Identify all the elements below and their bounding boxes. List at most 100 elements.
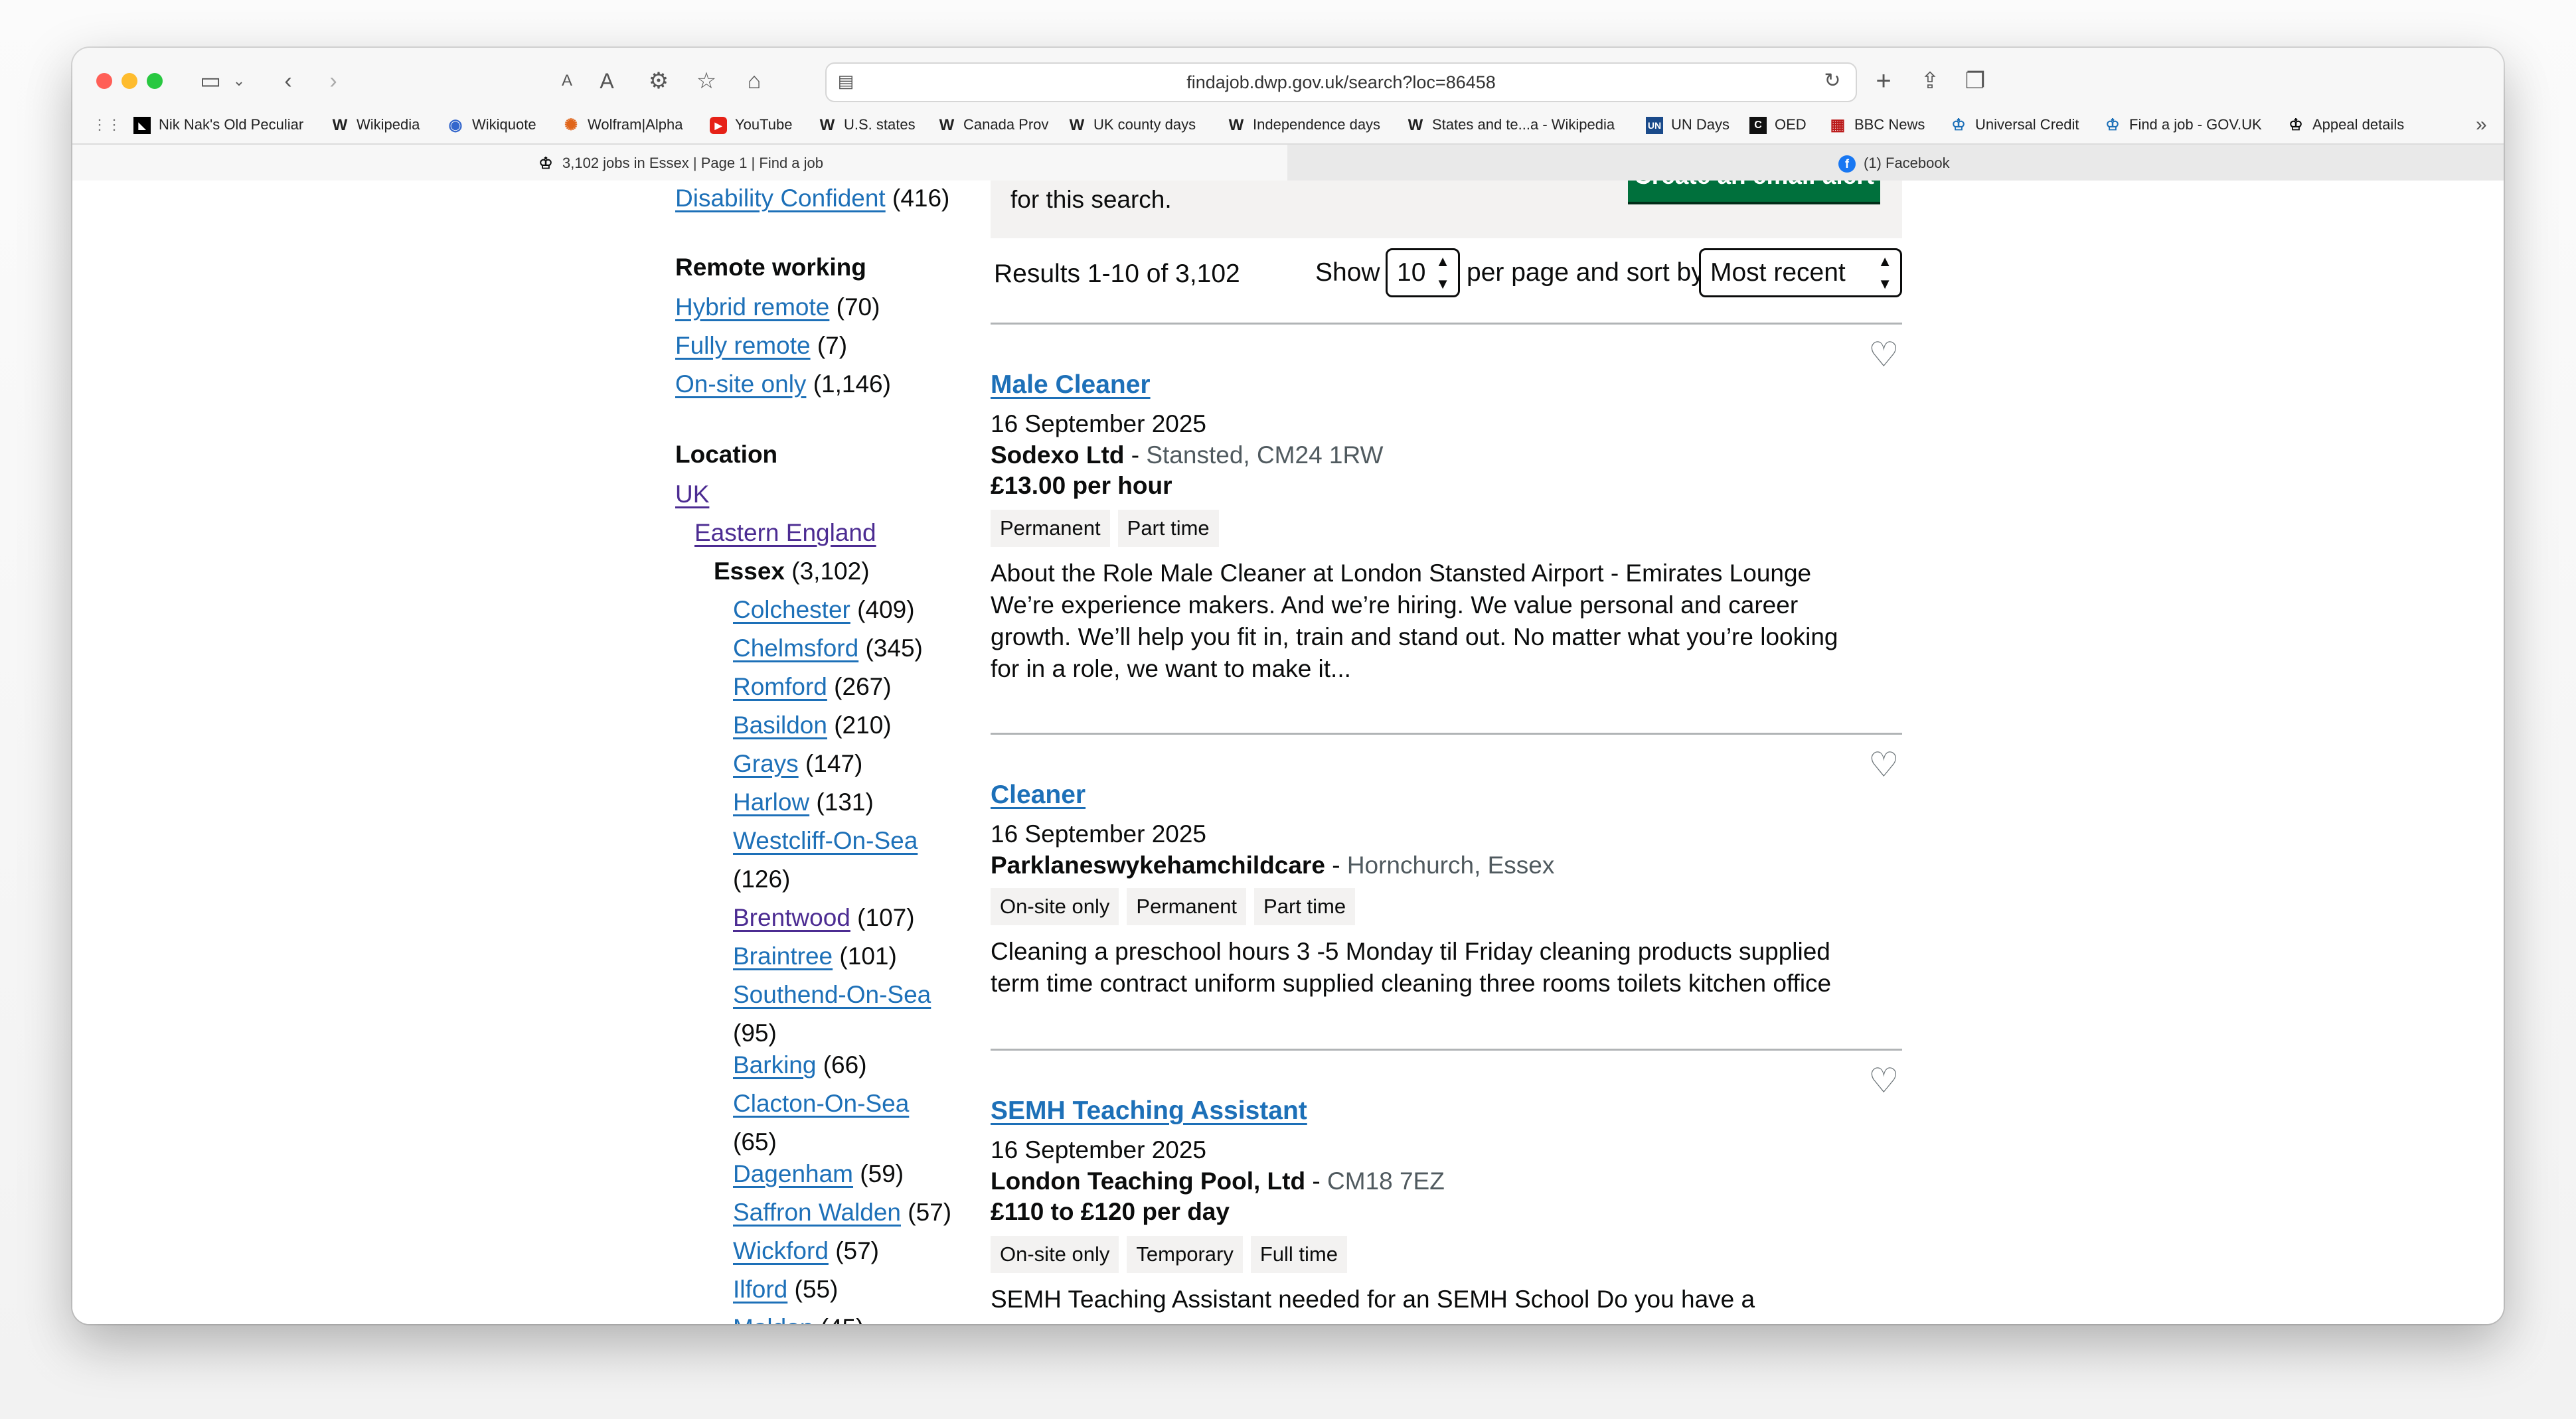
town-link[interactable]: Chelmsford <box>733 635 858 662</box>
bookmark-item[interactable]: UN UN Days <box>1646 106 1730 143</box>
job-company-line: Sodexo Ltd - Stansted, CM24 1RW <box>991 441 1384 469</box>
minimize-window-button[interactable] <box>121 73 137 89</box>
town-link[interactable]: Basildon <box>733 711 827 739</box>
town-link[interactable]: Westcliff-On-Sea <box>733 827 918 854</box>
bookmark-item[interactable]: ◣ Nik Nak's Old Peculiar <box>133 106 303 143</box>
town-item: Romford (267) <box>733 673 892 700</box>
apps-grid-icon[interactable]: ⋮⋮ <box>92 106 121 143</box>
text-smaller-icon[interactable]: A <box>550 64 584 98</box>
town-item: Clacton-On-Sea (65) <box>733 1090 910 1156</box>
job-description: SEMH Teaching Assistant needed for an SE… <box>991 1286 1755 1313</box>
town-link[interactable]: Dagenham <box>733 1160 853 1187</box>
email-alert-text: for this search. <box>1010 186 1172 213</box>
job-date: 16 September 2025 <box>991 1136 1207 1163</box>
bookmark-item[interactable]: W Independence days <box>1228 106 1380 143</box>
new-tab-icon[interactable]: + <box>1865 64 1902 98</box>
hybrid-remote-link[interactable]: Hybrid remote <box>675 293 829 321</box>
job-title: SEMH Teaching Assistant <box>991 1092 1307 1130</box>
eastern-england-link[interactable]: Eastern England <box>694 519 876 546</box>
settings-gear-icon[interactable]: ⚙ <box>642 64 675 98</box>
town-link[interactable]: Ilford <box>733 1276 787 1303</box>
results-summary: Results 1-10 of 3,102 <box>994 260 1240 288</box>
town-link[interactable]: Clacton-On-Sea <box>733 1090 909 1117</box>
town-link[interactable]: Grays <box>733 750 799 777</box>
bookmark-item[interactable]: W Wikipedia <box>331 106 420 143</box>
job-tags: Permanent Part time <box>991 510 1227 547</box>
chevron-down-icon[interactable]: ⌄ <box>229 64 249 98</box>
bookmark-item[interactable]: W UK county days <box>1068 106 1196 143</box>
address-bar[interactable]: ▤ findajob.dwp.gov.uk/search?loc=86458 ↻ <box>825 62 1857 102</box>
filter-fully-remote: Fully remote (7) <box>675 332 848 359</box>
zoom-window-button[interactable] <box>147 73 163 89</box>
job-date: 16 September 2025 <box>991 410 1207 437</box>
bookmark-item[interactable]: ✺ Wolfram|Alpha <box>562 106 683 143</box>
bookmark-item[interactable]: ♔ Find a job - GOV.UK <box>2104 106 2261 143</box>
town-item: Colchester (409) <box>733 596 915 623</box>
gov-uk-icon: ♔ <box>1951 116 1966 135</box>
town-link[interactable]: Harlow <box>733 788 809 816</box>
job-title-link[interactable]: Male Cleaner <box>991 370 1151 399</box>
bookmark-item[interactable]: ▶ YouTube <box>710 106 792 143</box>
bookmark-item[interactable]: W States and te...a - Wikipedia <box>1407 106 1615 143</box>
wikipedia-icon: W <box>1069 116 1085 135</box>
bookmark-item[interactable]: C OED <box>1749 106 1807 143</box>
close-window-button[interactable] <box>96 73 112 89</box>
save-job-heart-icon[interactable]: ♡ <box>1868 338 1899 372</box>
bookmark-item[interactable]: ♔ Appeal details <box>2287 106 2404 143</box>
forward-icon[interactable]: › <box>317 64 350 98</box>
show-label: Show <box>1315 258 1380 287</box>
town-link[interactable]: Southend-On-Sea <box>733 981 931 1008</box>
tab-overview-icon[interactable]: ❐ <box>1957 64 1994 98</box>
home-icon[interactable]: ⌂ <box>738 64 771 98</box>
uk-link[interactable]: UK <box>675 481 709 508</box>
share-icon[interactable]: ⇪ <box>1911 64 1949 98</box>
more-bookmarks-icon[interactable]: » <box>2476 106 2487 143</box>
town-item: Basildon (210) <box>733 711 892 739</box>
job-title-link[interactable]: Cleaner <box>991 781 1086 809</box>
bookmark-item[interactable]: W Canada Prov <box>938 106 1049 143</box>
bookmark-star-icon[interactable]: ☆ <box>690 64 723 98</box>
per-page-label: per page and sort by <box>1467 258 1704 287</box>
wikipedia-icon: W <box>1408 116 1423 135</box>
bookmark-item[interactable]: ▦ BBC News <box>1829 106 1925 143</box>
gov-uk-icon: ♔ <box>2105 116 2120 135</box>
reload-icon[interactable]: ↻ <box>1816 64 1849 98</box>
town-link[interactable]: Romford <box>733 673 827 700</box>
bookmark-item[interactable]: ◉ Wikiquote <box>447 106 536 143</box>
job-tag: Full time <box>1250 1236 1347 1273</box>
job-date: 16 September 2025 <box>991 820 1207 848</box>
per-page-select[interactable]: 10 ▲ ▼ <box>1386 248 1460 297</box>
tab-facebook[interactable]: f (1) Facebook <box>1287 145 2504 182</box>
town-link[interactable]: Saffron Walden <box>733 1199 901 1226</box>
town-link[interactable]: Wickford <box>733 1237 829 1264</box>
job-title-link[interactable]: SEMH Teaching Assistant <box>991 1096 1307 1125</box>
town-item: Westcliff-On-Sea (126) <box>733 827 918 893</box>
back-icon[interactable]: ‹ <box>272 64 305 98</box>
town-link[interactable]: Barking <box>733 1051 816 1079</box>
town-link[interactable]: Maldon <box>733 1314 813 1324</box>
fully-remote-link[interactable]: Fully remote <box>675 332 811 359</box>
on-site-only-link[interactable]: On-site only <box>675 370 806 398</box>
save-job-heart-icon[interactable]: ♡ <box>1868 748 1899 783</box>
disability-confident-link[interactable]: Disability Confident <box>675 185 886 212</box>
bookmark-item[interactable]: ♔ Universal Credit <box>1950 106 2079 143</box>
bbc-icon: ▦ <box>1830 116 1846 135</box>
town-link[interactable]: Colchester <box>733 596 850 623</box>
job-company-line: Parklaneswykehamchildcare - Hornchurch, … <box>991 852 1555 879</box>
oed-icon: C <box>1749 117 1767 135</box>
town-link[interactable]: Brentwood <box>733 904 850 931</box>
town-link[interactable]: Braintree <box>733 942 833 970</box>
sort-select[interactable]: Most recent ▲ ▼ <box>1699 248 1902 297</box>
browser-window: ▭ ⌄ ‹ › A A ⚙ ☆ ⌂ ▤ findajob.dwp.gov.uk/… <box>72 48 2504 1324</box>
town-item: Brentwood (107) <box>733 904 915 931</box>
job-tag: Part time <box>1117 510 1219 547</box>
create-email-alert-button[interactable]: Create an email alert <box>1628 181 1880 202</box>
job-tags: On-site only Temporary Full time <box>991 1236 1355 1273</box>
tab-find-a-job[interactable]: ♔ 3,102 jobs in Essex | Page 1 | Find a j… <box>72 145 1287 182</box>
save-job-heart-icon[interactable]: ♡ <box>1868 1064 1899 1098</box>
job-description: Cleaning a preschool hours 3 -5 Monday t… <box>991 938 1832 997</box>
job-pay: £110 to £120 per day <box>991 1198 1230 1225</box>
sidebar-toggle-icon[interactable]: ▭ <box>192 64 229 98</box>
text-larger-icon[interactable]: A <box>590 64 623 98</box>
bookmark-item[interactable]: W U.S. states <box>819 106 916 143</box>
